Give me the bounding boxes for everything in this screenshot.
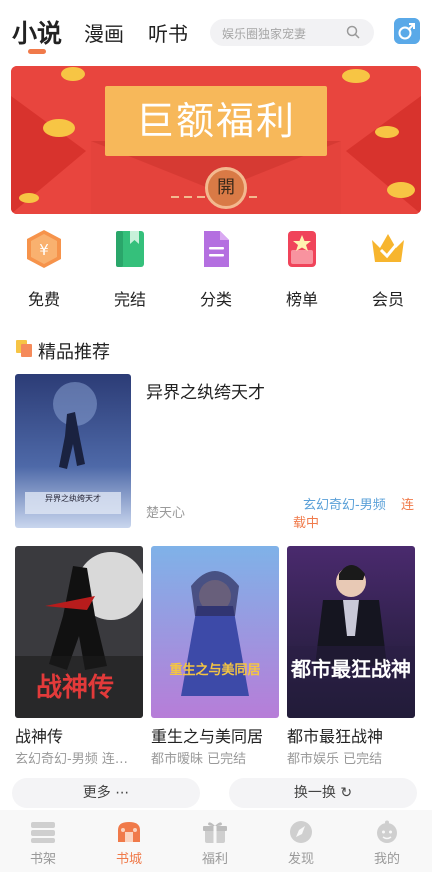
nav-label: 我的 xyxy=(373,852,400,867)
book-title[interactable]: 都市最狂战神 xyxy=(287,723,383,747)
book-meta: 都市娱乐 已完结 xyxy=(287,752,383,767)
cover-title-text: 异界之纨绔天才 xyxy=(45,493,101,503)
book-card[interactable]: 战神传 战神传 玄幻奇幻-男频 连… xyxy=(15,546,143,767)
tab-comics[interactable]: 漫画 xyxy=(84,18,124,47)
bottom-nav: 书架 书城 福利 发现 我的 xyxy=(0,810,432,872)
book-cover[interactable]: 战神传 xyxy=(15,546,143,718)
book-title[interactable]: 战神传 xyxy=(15,723,63,747)
more-button[interactable]: 更多 ⋯ xyxy=(12,778,200,808)
cover-title-text: 重生之与美同居 xyxy=(169,662,260,678)
search-placeholder: 娱乐圈独家宠妻 xyxy=(222,27,307,41)
profile-icon xyxy=(377,820,397,843)
bookstore-icon xyxy=(118,822,140,842)
crown-icon xyxy=(372,234,404,262)
book-meta: 都市暧昧 已完结 xyxy=(151,752,247,767)
book-card[interactable]: 都市最狂战神 都市最狂战神 都市娱乐 已完结 xyxy=(287,546,415,767)
featured-book-status-cont: 载中 xyxy=(293,516,320,531)
gift-icon xyxy=(203,822,227,843)
book-meta: 玄幻奇幻-男频 连… xyxy=(15,752,128,767)
nav-item-rewards[interactable]: 福利 xyxy=(172,810,258,872)
section-title: 精品推荐 xyxy=(38,342,110,363)
discover-icon xyxy=(290,821,312,843)
nav-label: 书架 xyxy=(29,852,56,867)
cover-art: 战神传 xyxy=(15,546,143,718)
featured-book-cover[interactable]: 异界之纨绔天才 xyxy=(15,374,131,528)
banner-open-button[interactable]: 開 xyxy=(205,167,247,209)
nav-label: 发现 xyxy=(287,852,314,867)
active-tab-indicator xyxy=(28,49,46,54)
category-label: 免费 xyxy=(27,290,60,309)
closed-book-icon xyxy=(116,231,144,267)
bookshelf-icon xyxy=(31,822,55,843)
nav-item-discover[interactable]: 发现 xyxy=(258,810,344,872)
refresh-button[interactable]: 换一换 ↻ xyxy=(229,778,417,808)
category-classify[interactable]: 分类 xyxy=(181,228,251,310)
nav-item-profile[interactable]: 我的 xyxy=(344,810,430,872)
featured-book-author: 楚天心 xyxy=(146,506,186,521)
category-label: 会员 xyxy=(371,290,404,309)
featured-book-genre: 玄幻奇幻-男频 xyxy=(303,498,386,513)
category-completed[interactable]: 完结 xyxy=(95,228,165,310)
category-label: 完结 xyxy=(113,290,146,309)
cover-art: 异界之纨绔天才 xyxy=(15,374,131,528)
book-title[interactable]: 重生之与美同居 xyxy=(151,723,263,747)
category-membership[interactable]: 会员 xyxy=(353,228,423,310)
search-input[interactable]: 娱乐圈独家宠妻 xyxy=(210,19,374,46)
tab-audiobooks[interactable]: 听书 xyxy=(148,18,188,47)
promo-banner[interactable]: 巨额福利 開 xyxy=(11,66,421,214)
nav-label: 书城 xyxy=(115,852,142,867)
nav-item-bookshelf[interactable]: 书架 xyxy=(0,810,86,872)
male-symbol-icon[interactable] xyxy=(394,18,420,44)
nav-label: 福利 xyxy=(201,852,228,867)
cover-art: 都市最狂战神 xyxy=(287,546,415,718)
cover-title-text: 都市最狂战神 xyxy=(290,657,411,681)
book-card[interactable]: 重生之与美同居 重生之与美同居 都市暧昧 已完结 xyxy=(151,546,279,767)
category-free[interactable]: ¥ 免费 xyxy=(9,228,79,310)
category-label: 榜单 xyxy=(285,290,318,309)
book-cover[interactable]: 都市最狂战神 xyxy=(287,546,415,718)
cover-title-text: 战神传 xyxy=(36,673,114,703)
section-icon xyxy=(16,340,32,357)
yuan-coin-icon: ¥ xyxy=(27,230,61,268)
cover-art: 重生之与美同居 xyxy=(151,546,279,718)
category-label: 分类 xyxy=(199,290,232,309)
featured-book-title[interactable]: 异界之纨绔天才 xyxy=(146,378,265,403)
svg-text:¥: ¥ xyxy=(39,241,49,259)
tab-novel[interactable]: 小说 xyxy=(12,14,62,50)
category-rankings[interactable]: 榜单 xyxy=(267,228,337,310)
search-icon xyxy=(346,25,360,39)
rank-star-icon xyxy=(288,231,316,267)
nav-item-bookstore[interactable]: 书城 xyxy=(86,810,172,872)
book-cover[interactable]: 重生之与美同居 xyxy=(151,546,279,718)
top-bar: 小说 漫画 听书 娱乐圈独家宠妻 xyxy=(0,0,432,62)
document-icon xyxy=(204,231,229,267)
banner-title: 巨额福利 xyxy=(135,99,296,143)
featured-book-status: 连 xyxy=(401,498,415,513)
